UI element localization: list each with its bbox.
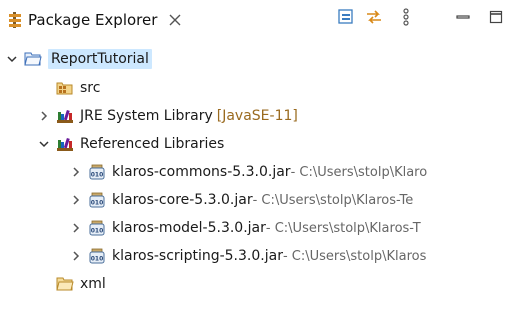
referenced-libraries-label: Referenced Libraries	[80, 136, 225, 152]
view-menu-button[interactable]	[396, 8, 416, 30]
svg-text:010: 010	[91, 200, 104, 207]
tree-item-jar[interactable]: 010 klaros-model-5.3.0.jar - C:\Users\st…	[70, 215, 421, 241]
jar-icon: 010	[88, 248, 106, 264]
jar-icon: 010	[88, 220, 106, 236]
close-icon[interactable]	[169, 14, 181, 26]
chevron-down-icon[interactable]	[38, 138, 50, 150]
jar-path: - C:\Users\stolp\Klaros-Te	[252, 192, 414, 208]
src-label: src	[80, 80, 101, 96]
tree-item-jre[interactable]: JRE System Library [JavaSE-11]	[38, 103, 298, 129]
chevron-right-icon[interactable]	[70, 166, 82, 178]
jar-label: klaros-core-5.3.0.jar	[112, 192, 253, 208]
package-explorer-icon	[8, 12, 22, 28]
view-tab-bar: Package Explorer	[0, 0, 522, 38]
tree-item-src[interactable]: src	[56, 75, 100, 101]
view-menu-icon	[402, 8, 410, 30]
chevron-down-icon[interactable]	[6, 53, 18, 65]
jar-label: klaros-commons-5.3.0.jar	[112, 164, 291, 180]
chevron-right-icon[interactable]	[70, 222, 82, 234]
minimize-button[interactable]	[453, 9, 473, 29]
jre-label: JRE System Library	[80, 108, 213, 124]
jar-label: klaros-scripting-5.3.0.jar	[112, 248, 283, 264]
link-with-editor-icon	[365, 8, 383, 30]
chevron-right-icon[interactable]	[38, 110, 50, 122]
source-folder-icon	[56, 80, 74, 96]
tree-item-referenced-libraries[interactable]: Referenced Libraries	[38, 131, 224, 157]
jre-version-decoration: [JavaSE-11]	[216, 108, 298, 124]
svg-text:010: 010	[91, 172, 104, 179]
tree-item-jar[interactable]: 010 klaros-commons-5.3.0.jar - C:\Users\…	[70, 159, 427, 185]
jar-icon: 010	[88, 164, 106, 180]
maximize-icon	[489, 10, 503, 28]
jar-path: - C:\Users\stolp\Klaro	[290, 164, 428, 180]
tree-item-jar[interactable]: 010 klaros-core-5.3.0.jar - C:\Users\sto…	[70, 187, 413, 213]
tab-package-explorer[interactable]: Package Explorer	[8, 8, 181, 32]
link-with-editor-button[interactable]	[364, 9, 384, 29]
svg-text:010: 010	[91, 256, 104, 263]
tab-title: Package Explorer	[28, 11, 158, 29]
tree-item-xml[interactable]: xml	[56, 271, 106, 297]
jar-label: klaros-model-5.3.0.jar	[112, 220, 266, 236]
project-folder-icon	[24, 51, 42, 67]
library-icon	[56, 136, 74, 152]
maximize-button[interactable]	[486, 9, 506, 29]
project-label: ReportTutorial	[48, 49, 152, 69]
tree-item-project[interactable]: ReportTutorial	[6, 46, 152, 72]
tree-item-jar[interactable]: 010 klaros-scripting-5.3.0.jar - C:\User…	[70, 243, 426, 269]
jar-path: - C:\Users\stolp\Klaros	[282, 248, 427, 264]
folder-icon	[56, 276, 74, 292]
collapse-all-button[interactable]	[336, 9, 356, 29]
library-icon	[56, 108, 74, 124]
collapse-all-icon	[337, 8, 355, 30]
package-explorer-view: Package Explorer ReportTutorial src JRE …	[0, 0, 522, 311]
minimize-icon	[456, 10, 470, 28]
xml-label: xml	[80, 276, 106, 292]
svg-text:010: 010	[91, 228, 104, 235]
chevron-right-icon[interactable]	[70, 250, 82, 262]
chevron-right-icon[interactable]	[70, 194, 82, 206]
jar-path: - C:\Users\stolp\Klaros-T	[265, 220, 421, 236]
jar-icon: 010	[88, 192, 106, 208]
